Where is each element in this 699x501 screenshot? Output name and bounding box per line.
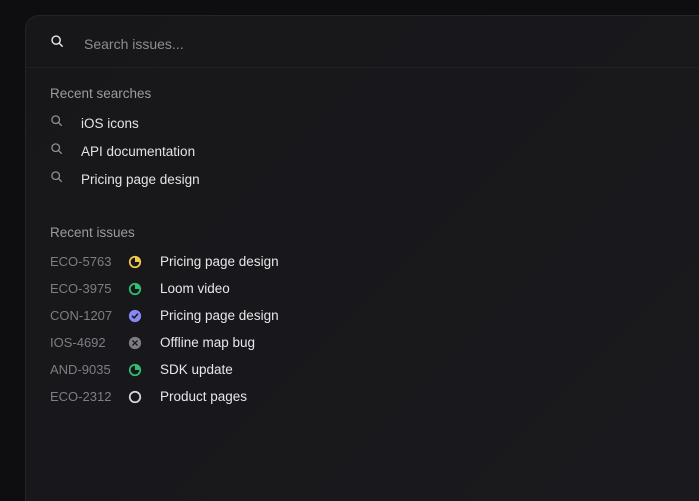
issue-id: CON-1207 bbox=[50, 308, 124, 323]
search-icon bbox=[50, 170, 63, 188]
search-panel: Recent searches iOS icons API documentat… bbox=[25, 15, 699, 501]
search-icon bbox=[50, 114, 63, 132]
status-cancelled-grey-icon bbox=[124, 336, 146, 350]
issue-id: ECO-5763 bbox=[50, 254, 124, 269]
recent-issue-item[interactable]: ECO-3975 Loom video bbox=[26, 275, 699, 302]
issue-title: Pricing page design bbox=[160, 254, 279, 269]
search-icon bbox=[50, 34, 64, 53]
recent-search-label: iOS icons bbox=[81, 116, 139, 131]
search-input[interactable] bbox=[84, 36, 675, 52]
issue-title: Pricing page design bbox=[160, 308, 279, 323]
recent-searches-label: Recent searches bbox=[26, 68, 699, 109]
recent-search-label: Pricing page design bbox=[81, 172, 200, 187]
issue-id: ECO-2312 bbox=[50, 389, 124, 404]
issue-title: Loom video bbox=[160, 281, 230, 296]
recent-searches-list: iOS icons API documentation Pricing page… bbox=[26, 109, 699, 193]
status-in-progress-green-icon bbox=[124, 282, 146, 296]
issue-title: SDK update bbox=[160, 362, 233, 377]
recent-issues-list: ECO-5763 Pricing page design ECO-3975 Lo… bbox=[26, 248, 699, 410]
search-icon bbox=[50, 142, 63, 160]
recent-search-item[interactable]: API documentation bbox=[26, 137, 699, 165]
issue-id: IOS-4692 bbox=[50, 335, 124, 350]
status-in-progress-yellow-icon bbox=[124, 255, 146, 269]
recent-issue-item[interactable]: ECO-2312 Product pages bbox=[26, 383, 699, 410]
recent-search-item[interactable]: iOS icons bbox=[26, 109, 699, 137]
issue-title: Offline map bug bbox=[160, 335, 255, 350]
issue-id: ECO-3975 bbox=[50, 281, 124, 296]
issue-id: AND-9035 bbox=[50, 362, 124, 377]
status-in-progress-green-icon bbox=[124, 363, 146, 377]
search-bar bbox=[26, 16, 699, 68]
recent-search-item[interactable]: Pricing page design bbox=[26, 165, 699, 193]
issue-title: Product pages bbox=[160, 389, 247, 404]
recent-issue-item[interactable]: ECO-5763 Pricing page design bbox=[26, 248, 699, 275]
status-done-purple-icon bbox=[124, 309, 146, 323]
recent-issue-item[interactable]: CON-1207 Pricing page design bbox=[26, 302, 699, 329]
recent-issues-label: Recent issues bbox=[26, 207, 699, 248]
status-todo-open-icon bbox=[124, 390, 146, 404]
recent-issue-item[interactable]: IOS-4692 Offline map bug bbox=[26, 329, 699, 356]
recent-search-label: API documentation bbox=[81, 144, 195, 159]
recent-issue-item[interactable]: AND-9035 SDK update bbox=[26, 356, 699, 383]
